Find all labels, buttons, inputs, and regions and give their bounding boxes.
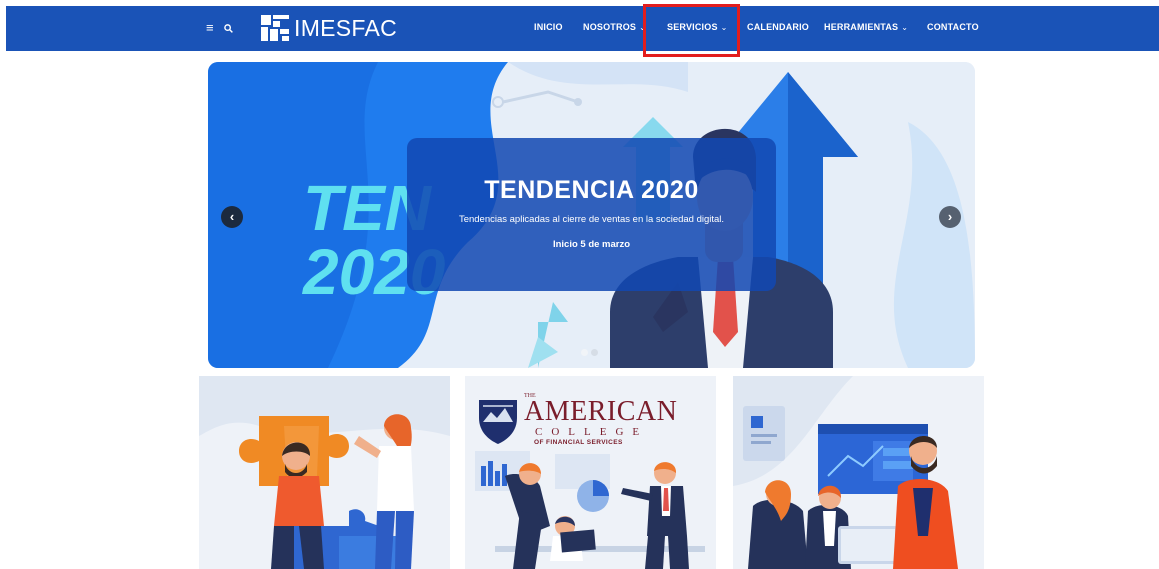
header-bar: ≡ IMESFAC INICIO NOSOTROS ⌄ SERVICIOS ⌄ CA… [6, 6, 1159, 51]
prev-slide-button[interactable]: ‹ [221, 206, 243, 228]
slider-dot[interactable] [581, 349, 588, 356]
nav-item-contacto[interactable]: CONTACTO [927, 21, 979, 33]
page: ≡ IMESFAC INICIO NOSOTROS ⌄ SERVICIOS ⌄ CA… [0, 0, 1159, 569]
service-card-puzzle[interactable] [199, 376, 450, 569]
service-card-team-meeting[interactable] [733, 376, 984, 569]
logo-text: IMESFAC [294, 14, 398, 41]
puzzle-illustration [199, 376, 450, 569]
hero-caption-card: TENDENCIA 2020 Tendencias aplicadas al c… [407, 138, 776, 291]
hero-subtitle: Tendencias aplicadas al cierre de ventas… [458, 214, 725, 225]
shield-icon [479, 400, 517, 444]
hero-date: Inicio 5 de marzo [552, 239, 631, 250]
hero-title: TENDENCIA 2020 [484, 176, 699, 204]
chevron-down-icon: ⌄ [720, 23, 728, 32]
nav-item-calendario[interactable]: CALENDARIO [747, 21, 809, 33]
team-meeting-illustration [733, 376, 984, 569]
logo[interactable]: IMESFAC [260, 11, 397, 45]
nav-item-inicio[interactable]: INICIO [534, 21, 563, 33]
logo-mark-icon [261, 15, 289, 41]
slider-dot[interactable] [591, 349, 598, 356]
american-college-logo: THE AMERICAN COLLEGE OF FINANCIAL SERVIC… [477, 386, 677, 446]
next-slide-button[interactable]: › [939, 206, 961, 228]
chevron-down-icon: ⌄ [639, 23, 647, 32]
search-icon[interactable] [224, 21, 233, 37]
service-card-american-college[interactable]: THE AMERICAN COLLEGE OF FINANCIAL SERVIC… [465, 376, 716, 569]
slider-dots [581, 349, 598, 356]
hero-slider[interactable]: TEN 2020 TENDENCIA 2020 Tendencias aplic… [208, 62, 975, 368]
chevron-right-icon: › [947, 209, 953, 224]
chevron-left-icon: ‹ [229, 209, 235, 224]
nav-item-herramientas[interactable]: HERRAMIENTAS ⌄ [824, 21, 908, 34]
nav-item-servicios[interactable]: SERVICIOS ⌄ [667, 21, 728, 34]
nav-item-nosotros[interactable]: NOSOTROS ⌄ [583, 21, 646, 34]
chevron-down-icon: ⌄ [901, 23, 909, 32]
menu-icon[interactable]: ≡ [206, 20, 214, 36]
